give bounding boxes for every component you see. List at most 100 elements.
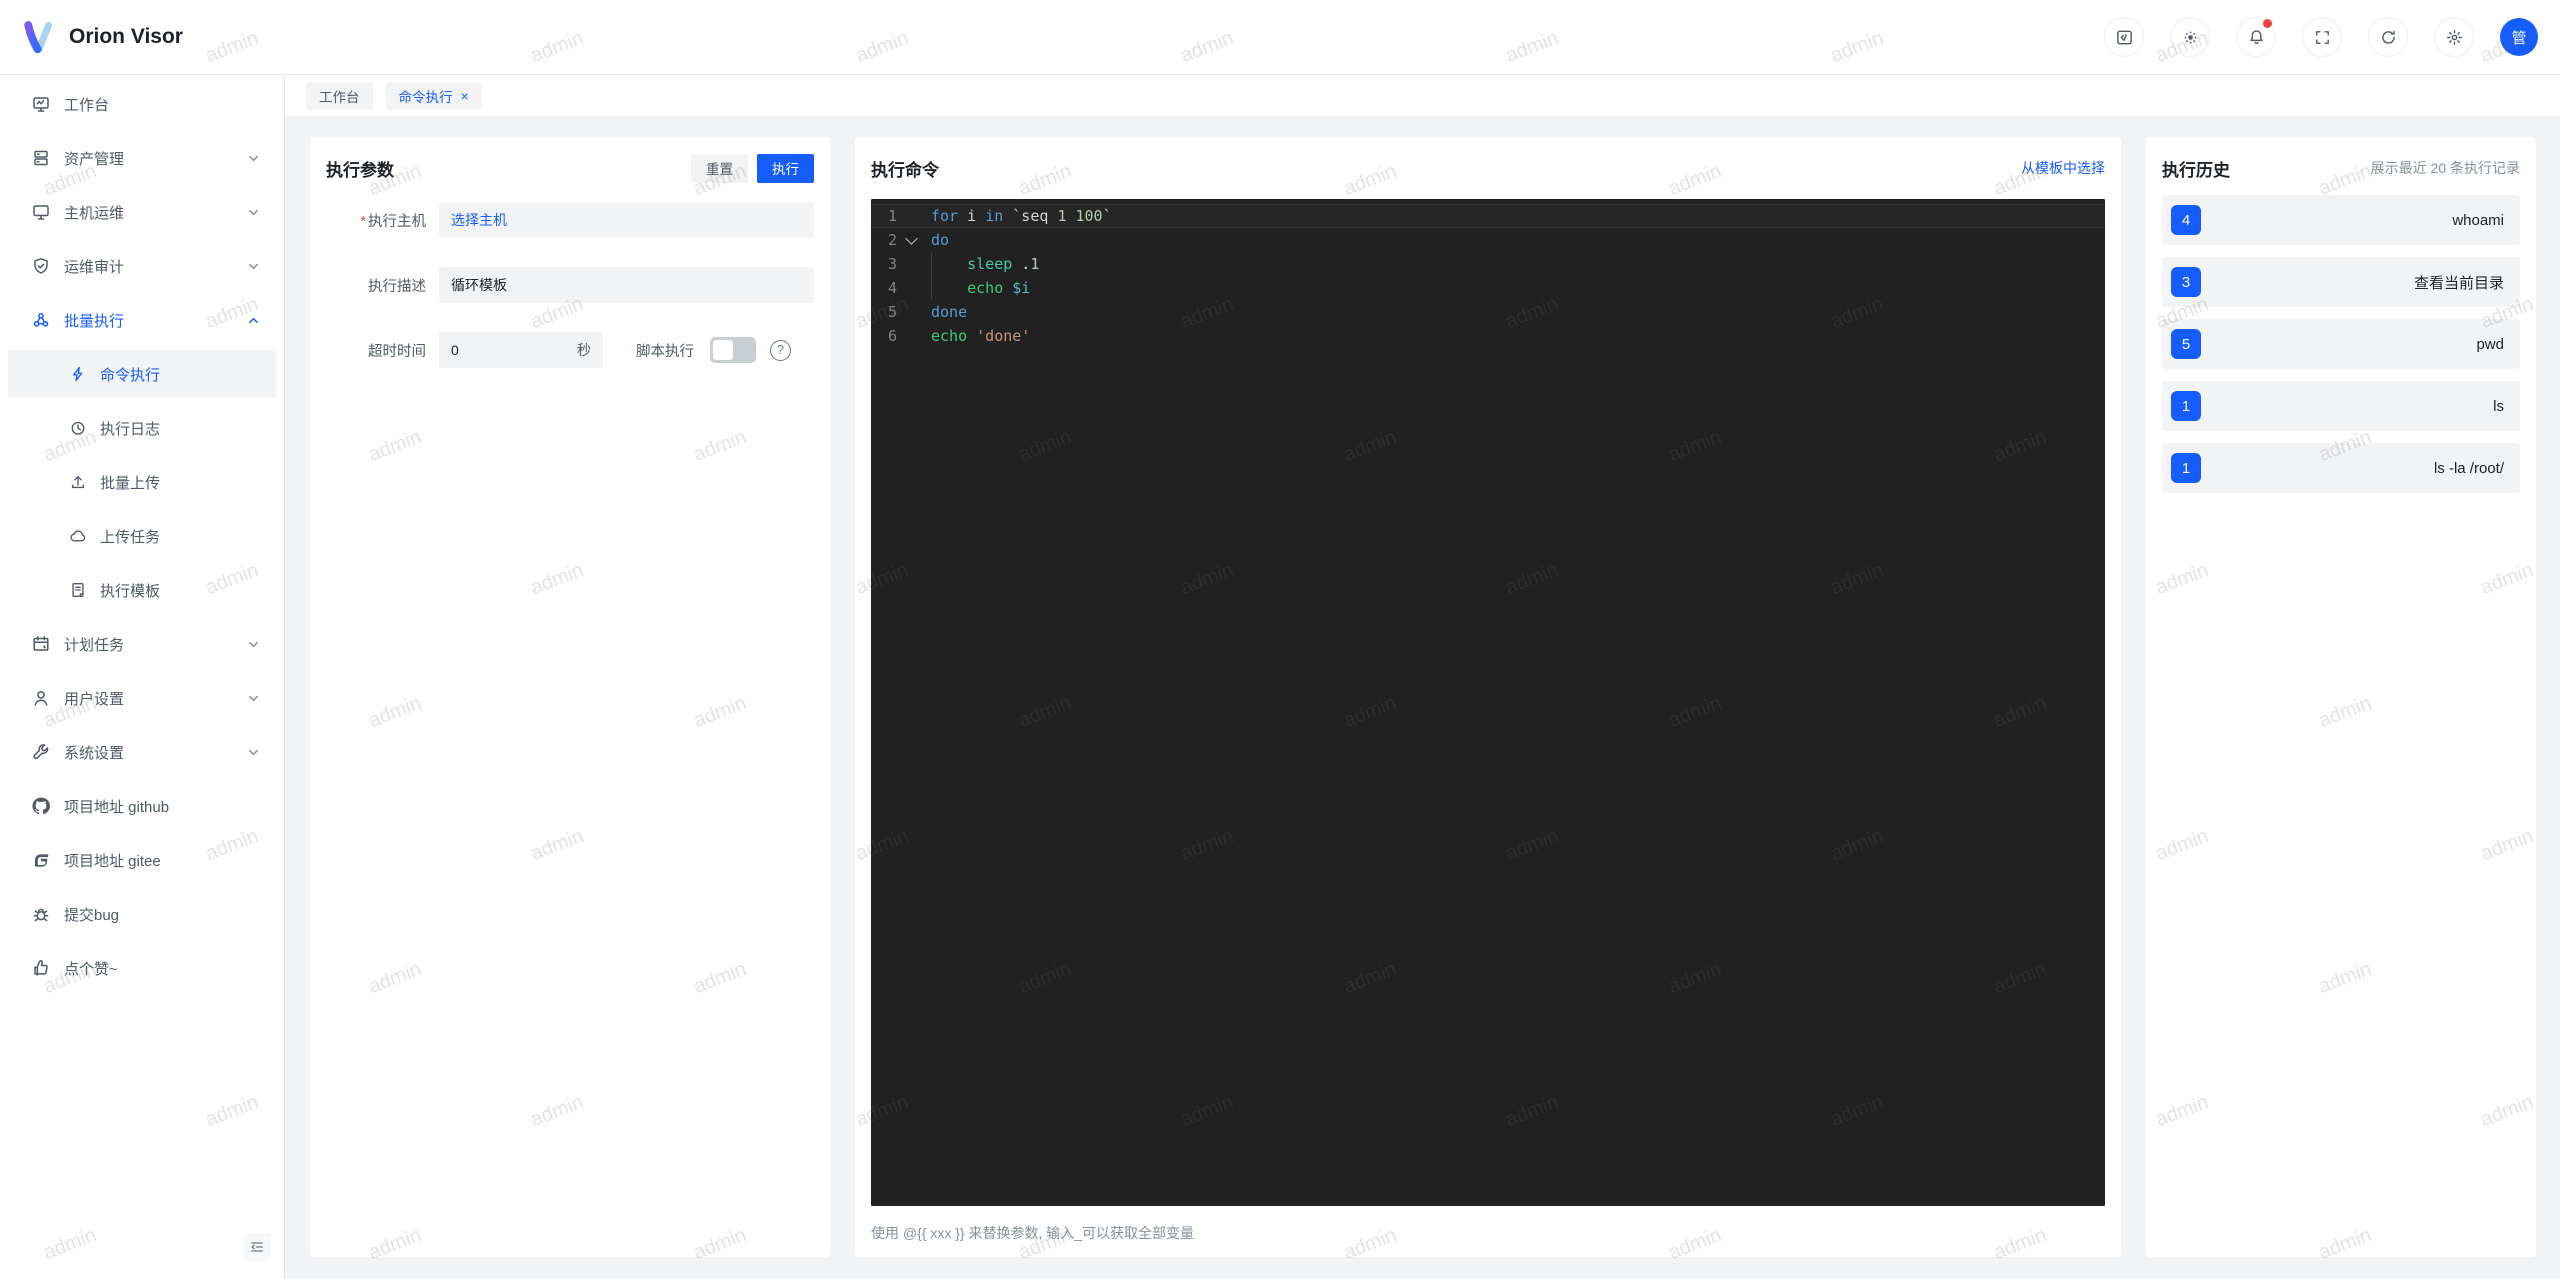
fullscreen-icon xyxy=(2315,30,2329,44)
history-item[interactable]: 3 查看当前目录 xyxy=(2162,257,2520,307)
sidebar-item-label: 运维审计 xyxy=(64,258,125,276)
code-window-icon xyxy=(2116,30,2132,44)
history-item[interactable]: 1 ls xyxy=(2162,381,2520,431)
theme-button[interactable] xyxy=(2170,17,2210,57)
sidebar-item-label: 批量上传 xyxy=(100,474,161,492)
fold-column xyxy=(897,276,927,300)
sidebar-item-label: 用户设置 xyxy=(64,690,125,708)
history-command-text: ls xyxy=(2493,397,2504,415)
code-text: done xyxy=(931,303,968,321)
history-item[interactable]: 4 whoami xyxy=(2162,195,2520,245)
select-from-template-link[interactable]: 从模板中选择 xyxy=(2021,158,2105,178)
exec-history-title: 执行历史 xyxy=(2162,160,2230,180)
sidebar-item-user[interactable]: 用户设置 xyxy=(0,671,284,725)
exec-history-panel: 执行历史 展示最近 20 条执行记录 4 whoami 3 查看当前目录 5 pwd 1 ls… xyxy=(2146,137,2536,1257)
history-command-text: whoami xyxy=(2452,211,2504,229)
chevron-up-icon xyxy=(247,314,260,327)
sidebar-collapse-button[interactable] xyxy=(243,1233,271,1261)
command-code-editor[interactable]: 1 for i in `seq 1 100` 2 do 3 sleep .1 4 echo… xyxy=(871,199,2105,1206)
refresh-button[interactable] xyxy=(2368,17,2408,57)
notifications-button[interactable] xyxy=(2236,17,2276,57)
sidebar-item-batch-upload[interactable]: 批量上传 xyxy=(0,455,284,509)
sidebar-item-label: 提交bug xyxy=(64,906,120,924)
app-header: Orion Visor 管 xyxy=(0,0,2560,75)
notification-dot xyxy=(2262,18,2273,29)
sidebar-item-label: 主机运维 xyxy=(64,204,125,222)
user-avatar[interactable]: 管 xyxy=(2500,18,2538,56)
fold-column xyxy=(897,228,927,252)
sidebar-item-bug[interactable]: 提交bug xyxy=(0,887,284,941)
sidebar-item-workbench[interactable]: 工作台 xyxy=(0,77,284,131)
sidebar-item-exec-template[interactable]: 执行模板 xyxy=(0,563,284,617)
chevron-down-icon xyxy=(247,746,260,759)
reset-button[interactable]: 重置 xyxy=(691,153,748,183)
refresh-icon xyxy=(2381,30,2395,44)
sidebar-item-github[interactable]: 项目地址 github xyxy=(0,779,284,833)
sidebar-item-batch-exec[interactable]: 批量执行 xyxy=(0,293,284,347)
sidebar-item-audit[interactable]: 运维审计 xyxy=(0,239,284,293)
chevron-down-icon xyxy=(247,638,260,651)
assets-icon xyxy=(30,147,52,169)
chevron-down-icon xyxy=(247,260,260,273)
chevron-down-icon xyxy=(247,152,260,165)
exec-log-icon xyxy=(68,418,88,438)
timeout-input[interactable]: 0 秒 xyxy=(439,332,603,368)
tab-workbench[interactable]: 工作台 xyxy=(306,81,373,110)
exec-command-panel: 执行命令 从模板中选择 1 for i in `seq 1 100` 2 do 3 sl… xyxy=(855,137,2121,1257)
sidebar-item-assets[interactable]: 资产管理 xyxy=(0,131,284,185)
help-icon[interactable]: ? xyxy=(770,339,791,361)
settings-button[interactable] xyxy=(2434,17,2474,57)
sidebar-item-gitee[interactable]: 项目地址 gitee xyxy=(0,833,284,887)
tab-command-exec[interactable]: 命令执行 × xyxy=(385,81,482,110)
exec-params-title: 执行参数 xyxy=(326,160,394,180)
tab-label: 命令执行 xyxy=(398,89,453,105)
sidebar-item-label: 点个赞~ xyxy=(64,960,118,978)
line-number: 1 xyxy=(887,207,897,225)
fullscreen-button[interactable] xyxy=(2302,17,2342,57)
sidebar-item-schedule[interactable]: 计划任务 xyxy=(0,617,284,671)
sidebar-item-thumbs-up[interactable]: 点个赞~ xyxy=(0,941,284,995)
toggle-knob xyxy=(713,340,733,360)
history-count-badge: 4 xyxy=(2171,205,2201,235)
line-number: 2 xyxy=(887,231,897,249)
exec-command-title: 执行命令 xyxy=(871,160,939,180)
code-line: 2 do xyxy=(871,228,2105,252)
content-area: 执行参数 重置 执行 * 执行主机 选择主机 执行描述 循环模板 超时时间 0 秒 xyxy=(285,116,2560,1279)
tab-close-icon[interactable]: × xyxy=(461,89,469,103)
exec-history-subtitle: 展示最近 20 条执行记录 xyxy=(2370,160,2520,176)
batch-upload-icon xyxy=(68,472,88,492)
line-number: 6 xyxy=(887,327,897,345)
script-exec-toggle[interactable] xyxy=(710,337,756,363)
code-window-button[interactable] xyxy=(2104,17,2144,57)
run-button[interactable]: 执行 xyxy=(757,153,814,183)
sidebar-item-system[interactable]: 系统设置 xyxy=(0,725,284,779)
bolt-icon xyxy=(68,364,88,384)
sidebar-item-label: 资产管理 xyxy=(64,150,125,168)
sidebar-item-host-ops[interactable]: 主机运维 xyxy=(0,185,284,239)
notifications-icon xyxy=(2249,29,2263,44)
history-item[interactable]: 5 pwd xyxy=(2162,319,2520,369)
exec-desc-input[interactable]: 循环模板 xyxy=(439,267,814,303)
fold-chevron-icon[interactable] xyxy=(905,232,918,245)
timeout-suffix: 秒 xyxy=(577,342,591,358)
chevron-down-icon xyxy=(247,206,260,219)
history-item[interactable]: 1 ls -la /root/ xyxy=(2162,443,2520,493)
sidebar-item-label: 批量执行 xyxy=(64,312,125,330)
sidebar-item-upload-task[interactable]: 上传任务 xyxy=(0,509,284,563)
line-number: 5 xyxy=(887,303,897,321)
system-icon xyxy=(30,741,52,763)
select-host-field[interactable]: 选择主机 xyxy=(439,202,814,238)
history-count-badge: 1 xyxy=(2171,453,2201,483)
sidebar-item-exec-log[interactable]: 执行日志 xyxy=(0,401,284,455)
code-text: do xyxy=(931,231,950,249)
history-count-badge: 5 xyxy=(2171,329,2201,359)
code-line: 6 echo 'done' xyxy=(871,324,2105,348)
logo[interactable]: Orion Visor xyxy=(22,20,183,54)
code-line: 5 done xyxy=(871,300,2105,324)
fold-column xyxy=(897,300,927,324)
sidebar-item-bolt[interactable]: 命令执行 xyxy=(8,350,276,398)
host-ops-icon xyxy=(30,201,52,223)
sidebar-item-label: 命令执行 xyxy=(100,366,161,384)
line-number: 4 xyxy=(887,279,897,297)
audit-icon xyxy=(30,255,52,277)
